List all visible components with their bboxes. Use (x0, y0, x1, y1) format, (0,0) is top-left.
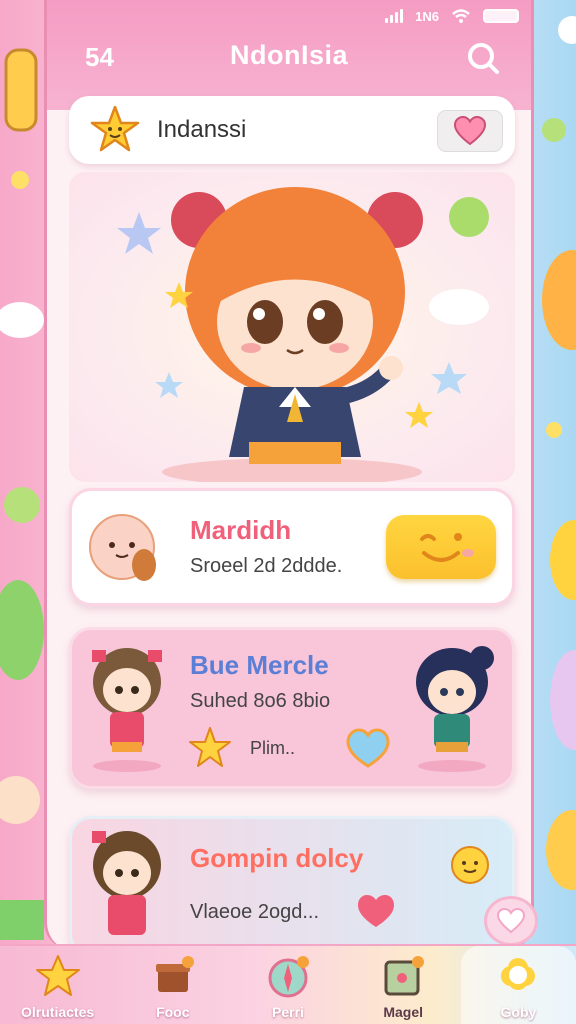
hero-illustration (69, 172, 515, 486)
card-1-title: Mardidh (190, 515, 292, 545)
tab-label: Goby (500, 1004, 537, 1020)
card-2-note: Plim.. (250, 738, 295, 758)
speech-bubble-icon (346, 728, 390, 768)
tab-label: Perri (272, 1004, 304, 1020)
girl-character-left-icon (92, 648, 162, 772)
star-sticker-icon (189, 727, 231, 767)
heart-icon (453, 116, 487, 146)
card-1-subtitle: Sroeel 2d 2ddde. (190, 555, 343, 577)
signal-icon (385, 9, 404, 23)
card-3-title: Gompin dolcy (190, 843, 364, 873)
favorite-button[interactable] (437, 110, 503, 152)
right-decoration-panel (534, 0, 576, 1024)
star-face-icon (90, 105, 140, 152)
bottom-tab-bar: Olrutiactes Fooc Perri Magel Goby (0, 944, 576, 1024)
status-bar: 1N6 (47, 0, 531, 32)
battery-icon (483, 9, 519, 23)
phone-frame: 54 NdonIsia 1N6 Indanssi Mardidh Sroeel … (44, 0, 534, 950)
search-card-label: Indanssi (157, 116, 247, 143)
star-icon (35, 955, 80, 996)
search-card[interactable]: Indanssi (69, 96, 515, 164)
card-3-subtitle: Vlaeoe 2ogd... (190, 901, 319, 923)
tab-perri[interactable]: Perri (230, 946, 345, 1024)
tab-magel[interactable]: Magel (346, 946, 461, 1024)
tab-label: Fooc (156, 1004, 190, 1020)
left-decoration-panel (0, 0, 44, 1024)
gift-box-icon (155, 956, 194, 992)
girl-character-bottom-icon (92, 831, 161, 935)
tab-label: Olrutiactes (21, 1004, 95, 1020)
right-stickers-icon (542, 16, 576, 890)
dumpling-character-icon (89, 514, 156, 581)
search-button[interactable] (465, 40, 501, 76)
tab-goby[interactable]: Goby (460, 946, 576, 1024)
girl-character-right-icon (416, 646, 494, 772)
floating-heart-button[interactable] (484, 896, 538, 946)
heart-icon (496, 908, 526, 934)
smiley-face-icon (420, 533, 474, 562)
compass-icon (268, 956, 309, 998)
feature-card-3[interactable]: Gompin dolcy Vlaeoe 2ogd... (69, 816, 515, 950)
page-title: NdonIsia (229, 40, 348, 70)
feature-card-1[interactable]: Mardidh Sroeel 2d 2ddde. (69, 488, 515, 606)
feature-card-2[interactable]: Bue Mercle Suhed 8o6 8bio Plim.. (69, 627, 515, 789)
tab-label: Magel (383, 1004, 424, 1020)
left-stickers-icon (0, 48, 44, 940)
map-icon (384, 956, 425, 996)
card-2-title: Bue Mercle (190, 650, 329, 680)
card-2-subtitle: Suhed 8o6 8bio (190, 690, 331, 712)
tab-olrutiactes[interactable]: Olrutiactes (0, 946, 115, 1024)
heart-sticker-icon (358, 895, 394, 927)
wifi-icon (452, 9, 470, 23)
anime-girl-illustration (117, 187, 489, 486)
search-icon (468, 43, 499, 74)
cloud-flower-icon (501, 958, 536, 990)
sun-sticker-icon (451, 846, 489, 884)
mood-button[interactable] (386, 515, 496, 579)
tab-fooc[interactable]: Fooc (115, 946, 230, 1024)
carrier-label: 1N6 (415, 8, 439, 24)
